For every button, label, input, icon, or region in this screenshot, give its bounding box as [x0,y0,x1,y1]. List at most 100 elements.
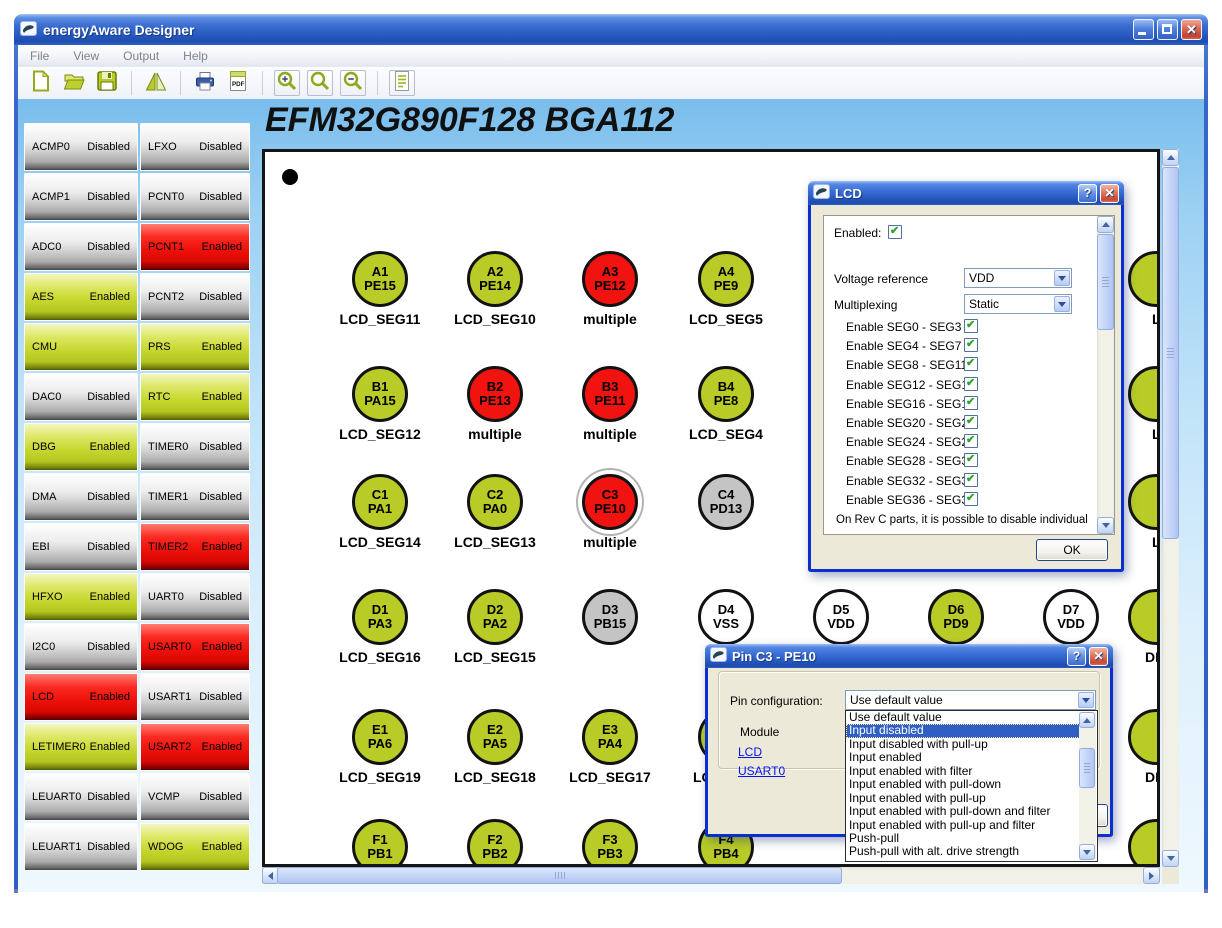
module-button-i2c0[interactable]: I2C0Disabled [24,623,138,671]
menu-item-view[interactable]: View [73,49,99,63]
pin-partial-d8[interactable] [1128,589,1160,645]
voltage-reference-select[interactable]: VDD [964,268,1072,288]
segment-checkbox-2[interactable] [964,357,978,371]
pin-partial-b8[interactable] [1128,366,1160,422]
lcd-panel-scrollbar[interactable] [1097,216,1114,534]
lcd-dialog-titlebar[interactable]: LCD ? ✕ [808,181,1124,205]
mirror-button[interactable] [143,70,169,96]
module-button-timer0[interactable]: TIMER0Disabled [140,423,250,471]
pin-e2[interactable]: E2PA5 [467,709,523,765]
pin-b4[interactable]: B4PE8 [698,366,754,422]
maximize-button[interactable] [1157,19,1178,40]
segment-checkbox-0[interactable] [964,319,978,333]
vertical-scrollbar[interactable] [1162,149,1179,867]
pin-b1[interactable]: B1PA15 [352,366,408,422]
pin-b2[interactable]: B2PE13 [467,366,523,422]
segment-checkbox-4[interactable] [964,396,978,410]
pin-partial-c8[interactable] [1128,474,1160,530]
dropdown-scrollbar[interactable] [1079,712,1096,860]
dropdown-option[interactable]: Input enabled with pull-down and filter [846,805,1080,818]
pin-f2[interactable]: F2PB2 [467,819,523,867]
multiplexing-select[interactable]: Static [964,294,1072,314]
pin-d4[interactable]: D4VSS [698,589,754,645]
module-button-cmu[interactable]: CMU [24,323,138,371]
segment-checkbox-1[interactable] [964,338,978,352]
pin-e1[interactable]: E1PA6 [352,709,408,765]
module-button-pcnt1[interactable]: PCNT1Enabled [140,223,250,271]
menu-item-output[interactable]: Output [123,49,159,63]
report-button[interactable] [389,70,415,96]
pin-f1[interactable]: F1PB1 [352,819,408,867]
horizontal-scrollbar[interactable] [262,867,1160,884]
export-pdf-button[interactable]: PDF [225,70,251,96]
dropdown-option[interactable]: Input enabled with pull-down [846,778,1080,791]
pin-a4[interactable]: A4PE9 [698,251,754,307]
pin-c4[interactable]: C4PD13 [698,474,754,530]
lcd-scroll-thumb[interactable] [1097,234,1114,330]
segment-checkbox-3[interactable] [964,377,978,391]
pin-c2[interactable]: C2PA0 [467,474,523,530]
module-button-timer1[interactable]: TIMER1Disabled [140,473,250,521]
module-button-pcnt2[interactable]: PCNT2Disabled [140,273,250,321]
module-button-usart1[interactable]: USART1Disabled [140,673,250,721]
pin-d5[interactable]: D5VDD [813,589,869,645]
segment-checkbox-7[interactable] [964,453,978,467]
dropdown-option[interactable]: Input enabled with pull-up [846,792,1080,805]
dropdown-option[interactable]: Input enabled with filter [846,765,1080,778]
module-button-timer2[interactable]: TIMER2Enabled [140,523,250,571]
module-button-uart0[interactable]: UART0Disabled [140,573,250,621]
segment-checkbox-5[interactable] [964,415,978,429]
dropdown-option[interactable]: Use default value [846,711,1080,724]
module-button-pcnt0[interactable]: PCNT0Disabled [140,173,250,221]
module-button-aes[interactable]: AESEnabled [24,273,138,321]
dropdown-option[interactable]: Push-pull with alt. drive strength [846,845,1080,858]
scroll-down-button[interactable] [1162,850,1179,867]
pin-b3[interactable]: B3PE11 [582,366,638,422]
module-button-leuart1[interactable]: LEUART1Disabled [24,823,138,871]
pin-a1[interactable]: A1PE15 [352,251,408,307]
dropdown-option[interactable]: Input disabled [846,724,1080,737]
close-dialog-button[interactable]: ✕ [1089,647,1108,666]
pin-d3[interactable]: D3PB15 [582,589,638,645]
module-button-usart2[interactable]: USART2Enabled [140,723,250,771]
scroll-up-button[interactable] [1079,712,1095,728]
titlebar[interactable]: energyAware Designer ✕ [14,14,1208,45]
pin-c3[interactable]: C3PE10 [582,474,638,530]
dropdown-scroll-thumb[interactable] [1079,748,1095,788]
segment-checkbox-8[interactable] [964,473,978,487]
dropdown-option[interactable]: Push-pull [846,832,1080,845]
module-button-wdog[interactable]: WDOGEnabled [140,823,250,871]
zoom-reset-button[interactable] [307,70,333,96]
dropdown-option[interactable]: Input disabled with pull-up [846,738,1080,751]
pin-f3[interactable]: F3PB3 [582,819,638,867]
scroll-up-button[interactable] [1162,149,1179,166]
pin-partial-f8[interactable] [1128,819,1160,867]
pin-dialog-titlebar[interactable]: Pin C3 - PE10 ? ✕ [705,644,1113,668]
pin-a2[interactable]: A2PE14 [467,251,523,307]
module-button-letimer0[interactable]: LETIMER0Enabled [24,723,138,771]
pin-partial-e8[interactable] [1128,709,1160,765]
module-link-lcd[interactable]: LCD [738,745,762,759]
help-button[interactable]: ? [1067,647,1086,666]
help-button[interactable]: ? [1078,184,1097,203]
scroll-down-button[interactable] [1097,517,1114,534]
module-link-usart0[interactable]: USART0 [738,764,785,778]
combo-arrow-icon[interactable] [1054,296,1070,312]
close-button[interactable]: ✕ [1181,19,1202,40]
module-button-dac0[interactable]: DAC0Disabled [24,373,138,421]
module-button-prs[interactable]: PRSEnabled [140,323,250,371]
segment-checkbox-6[interactable] [964,434,978,448]
dropdown-option[interactable]: Input enabled with pull-up and filter [846,819,1080,832]
pin-configuration-select[interactable]: Use default value [845,690,1096,710]
scroll-down-button[interactable] [1079,844,1095,860]
pin-c1[interactable]: C1PA1 [352,474,408,530]
zoom-out-button[interactable] [340,70,366,96]
pin-d7[interactable]: D7VDD [1043,589,1099,645]
new-document-button[interactable] [28,70,54,96]
module-button-dbg[interactable]: DBGEnabled [24,423,138,471]
module-button-hfxo[interactable]: HFXOEnabled [24,573,138,621]
module-button-rtc[interactable]: RTCEnabled [140,373,250,421]
pin-e3[interactable]: E3PA4 [582,709,638,765]
minimize-button[interactable] [1133,19,1154,40]
dropdown-option[interactable]: Input enabled [846,751,1080,764]
